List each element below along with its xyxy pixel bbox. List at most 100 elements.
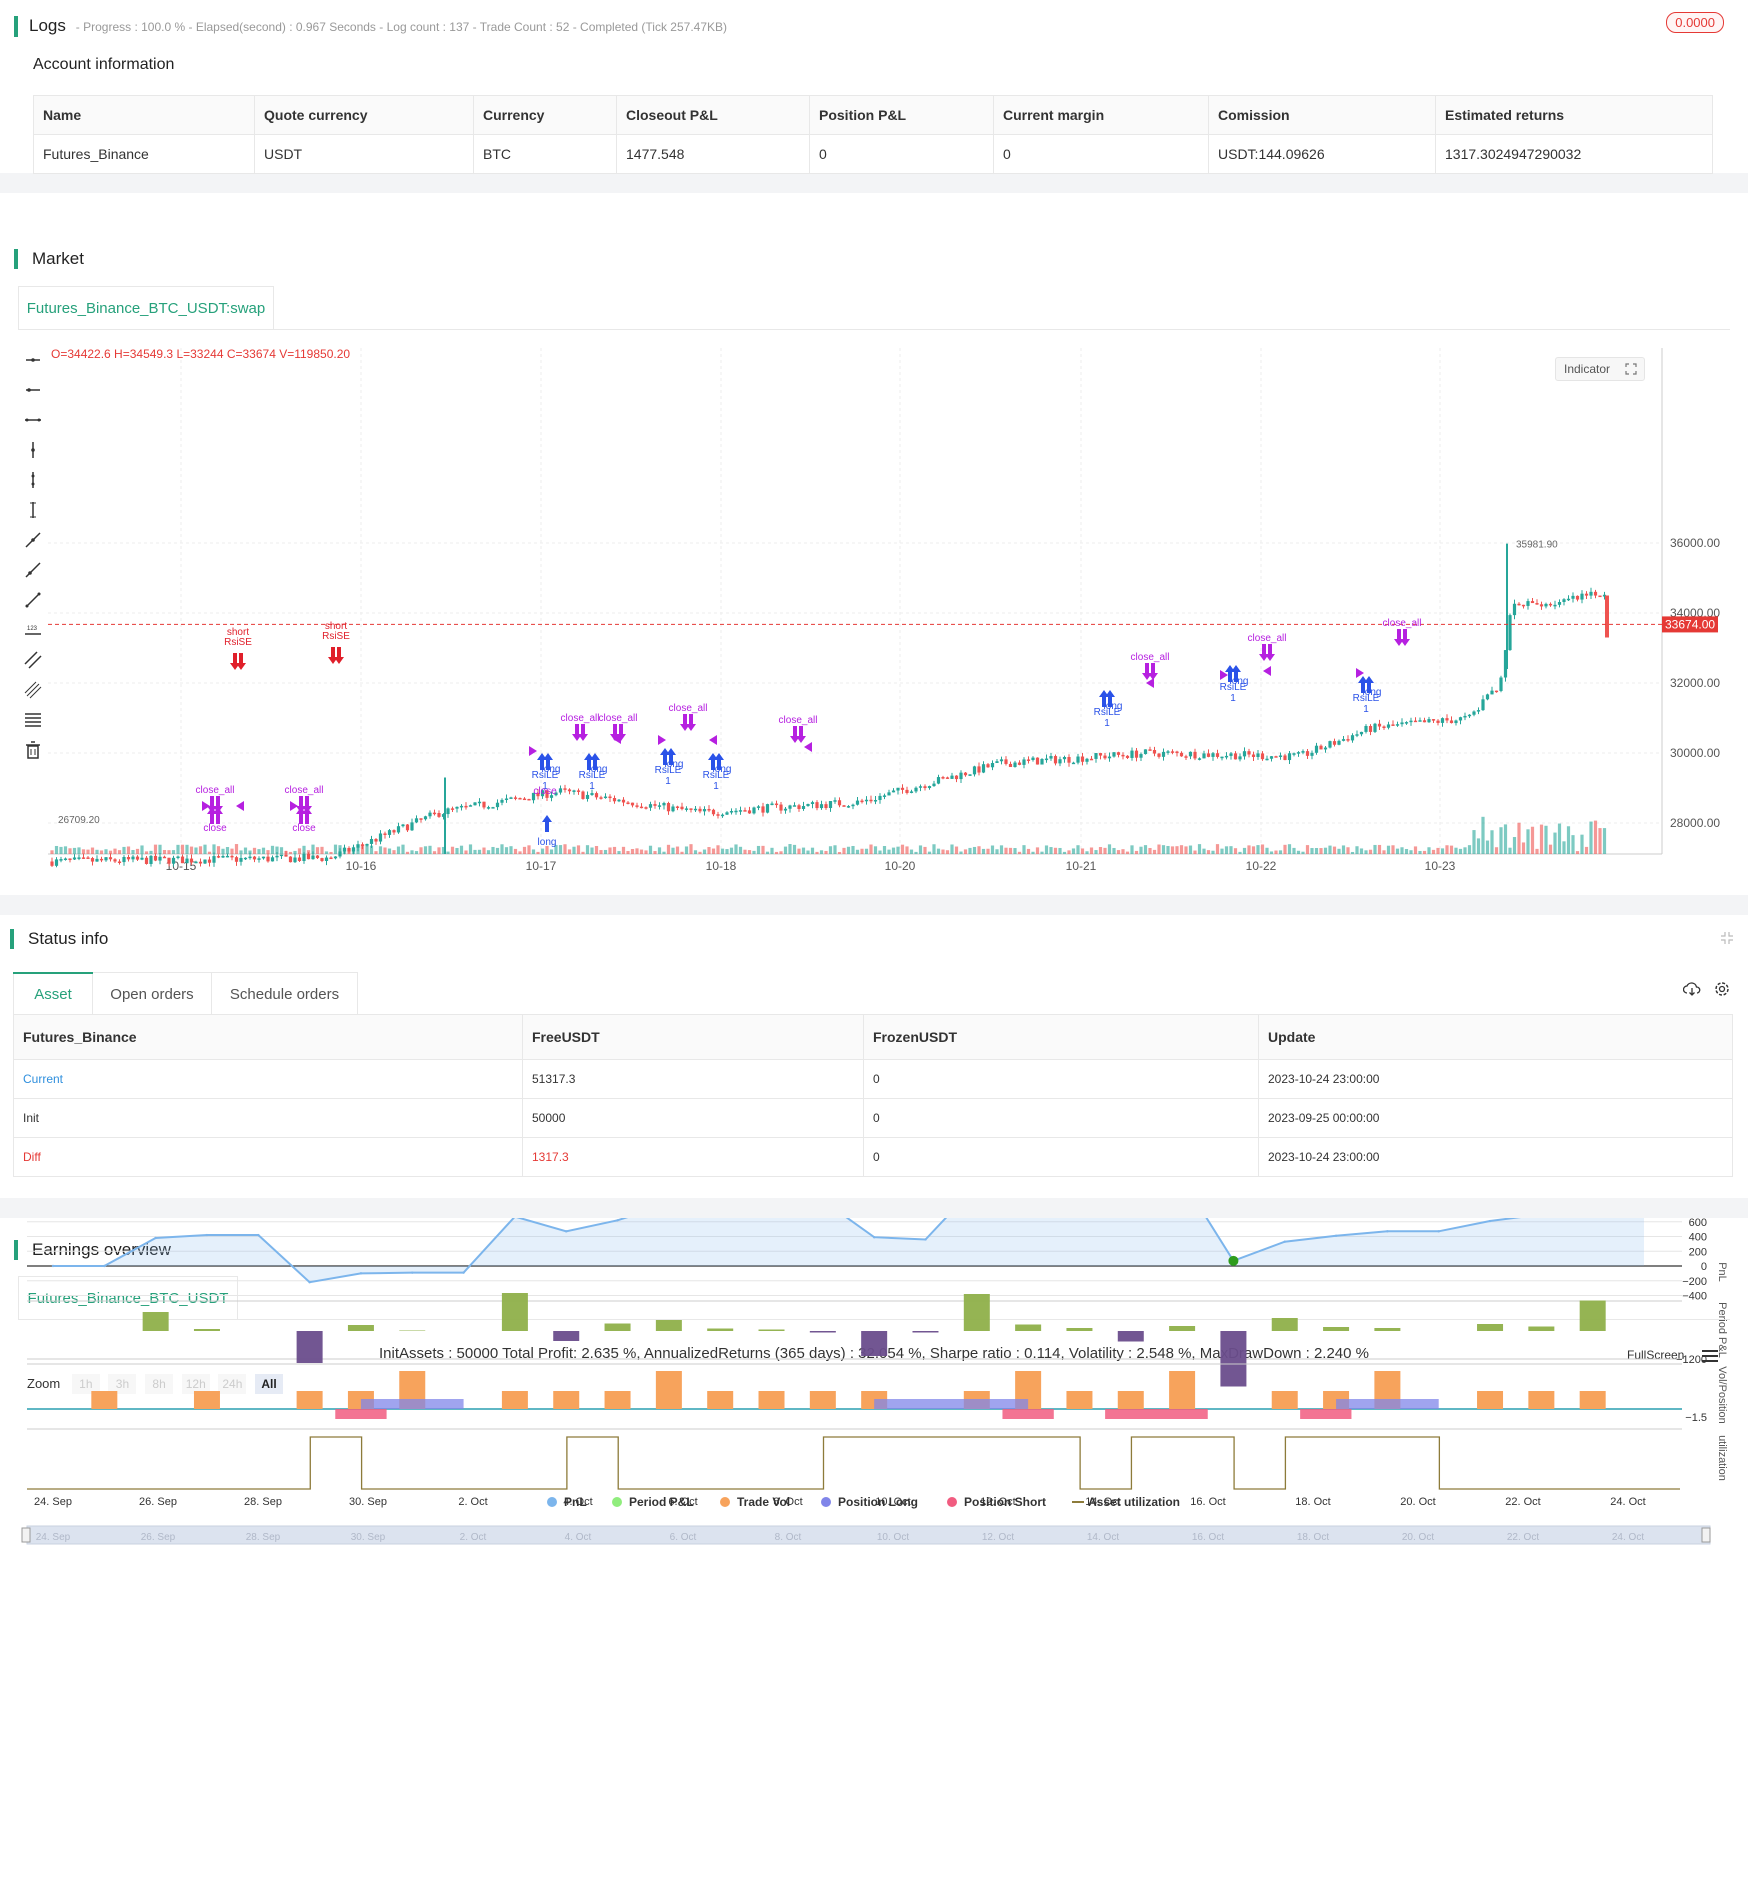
candle-body [963, 772, 968, 776]
volume-bar [1202, 848, 1206, 854]
date-tick-label: 10-22 [1246, 859, 1277, 873]
volume-bar [1112, 847, 1116, 854]
candle-body [1188, 751, 1193, 757]
volume-bar [360, 844, 365, 854]
candle-body [1463, 715, 1467, 718]
candle-body [617, 799, 621, 802]
candle-body [639, 806, 644, 809]
candle-body [162, 856, 167, 859]
tab-asset[interactable]: Asset [13, 972, 93, 1016]
candle-body [1211, 753, 1215, 757]
candle-body [783, 808, 788, 811]
candle-body [761, 806, 765, 813]
pnl-tick-label: 200 [1689, 1246, 1707, 1258]
candle-body [302, 854, 306, 861]
pnl-point [462, 1271, 465, 1274]
candle-body [1553, 604, 1557, 607]
pnl-point [565, 1230, 568, 1233]
settings-gear-icon[interactable] [1714, 981, 1730, 997]
volume-bar [1098, 847, 1103, 854]
tab-schedule-orders[interactable]: Schedule orders [211, 972, 358, 1016]
candle-body [464, 805, 468, 808]
volume-bar [1512, 837, 1517, 854]
volume-bar [135, 848, 140, 854]
candle-body [860, 800, 864, 803]
volume-bar [428, 845, 432, 854]
candle-body [95, 858, 99, 862]
volume-bar [1139, 846, 1143, 854]
earnings-chart[interactable]: 120010008006004002000−200−400−1200−1.5Pn… [0, 1218, 1748, 1896]
volume-bar [1040, 851, 1044, 854]
volume-bar [950, 844, 954, 854]
trade-vol-bar [1579, 1391, 1606, 1409]
trade-vol-bar [758, 1391, 785, 1409]
volume-bar [437, 847, 441, 854]
volume-bar [1026, 848, 1031, 854]
navigator-date-label: 30. Sep [351, 1532, 386, 1543]
volume-bar [513, 848, 518, 854]
volume-bar [1485, 840, 1490, 854]
candle-body [959, 772, 963, 780]
account-header-row: Name Quote currency Currency Closeout P&… [33, 95, 1713, 135]
volume-bar [356, 844, 360, 854]
collapse-icon[interactable] [1720, 931, 1734, 945]
volume-bar [1593, 820, 1598, 854]
candle-body [59, 859, 63, 861]
legend-swatch [612, 1497, 622, 1507]
volume-bar [927, 851, 932, 854]
volume-bar [941, 849, 945, 854]
candle-body [401, 824, 405, 827]
candle-body [153, 855, 158, 861]
volume-bar [1265, 847, 1269, 854]
candle-body [1089, 758, 1094, 761]
volume-bar [410, 850, 414, 854]
volume-bar [1121, 849, 1125, 854]
candle-body [869, 799, 873, 802]
down-arrow-icon [1394, 629, 1404, 646]
candle-body [482, 801, 486, 808]
candle-body [833, 800, 837, 802]
volume-bar [338, 845, 342, 854]
volume-bar [909, 849, 914, 854]
volume-bar [68, 848, 72, 854]
volume-bar [693, 850, 698, 854]
candle-body [905, 789, 909, 793]
volume-bar [1310, 848, 1314, 854]
candle-body [369, 839, 374, 844]
candle-body [1184, 756, 1188, 758]
volume-bar [482, 847, 486, 854]
volume-bar [581, 851, 585, 854]
position-long-band [874, 1399, 1029, 1409]
candle-body [81, 857, 86, 859]
volume-bar [297, 848, 302, 854]
date-tick-label: 10-17 [526, 859, 557, 873]
candle-body [1157, 753, 1161, 757]
period-pnl-bar [501, 1293, 528, 1331]
cloud-download-icon[interactable] [1683, 981, 1701, 997]
candle-body [1422, 720, 1427, 723]
candle-body [941, 777, 945, 779]
candle-body [293, 857, 297, 863]
volume-bar [1179, 845, 1184, 854]
volume-bar [140, 845, 144, 854]
volume-bar [387, 848, 392, 854]
trade-vol-bar [1169, 1371, 1196, 1409]
tab-open-orders[interactable]: Open orders [92, 972, 212, 1016]
candle-body [603, 796, 608, 799]
logs-panel: Logs - Progress : 100.0 % - Elapsed(seco… [0, 0, 1748, 174]
candle-body [828, 801, 833, 809]
volume-bar [1260, 844, 1265, 854]
candle-body [801, 806, 806, 809]
volume-bar [491, 846, 495, 854]
candle-body [176, 856, 180, 859]
candlestick-chart[interactable]: 10-15 10-16 10-17 10-18 10-20 10-21 10-22 10-23… [0, 193, 1748, 895]
candle-body [315, 855, 320, 859]
pnl-point [616, 1219, 619, 1222]
volume-bar [567, 849, 572, 854]
candle-body [1346, 739, 1350, 741]
candle-body [126, 856, 131, 860]
candle-body [1427, 719, 1431, 723]
col-estimated-returns: Estimated returns [1435, 95, 1713, 135]
volume-bar [293, 850, 297, 854]
col-quote-currency: Quote currency [254, 95, 474, 135]
